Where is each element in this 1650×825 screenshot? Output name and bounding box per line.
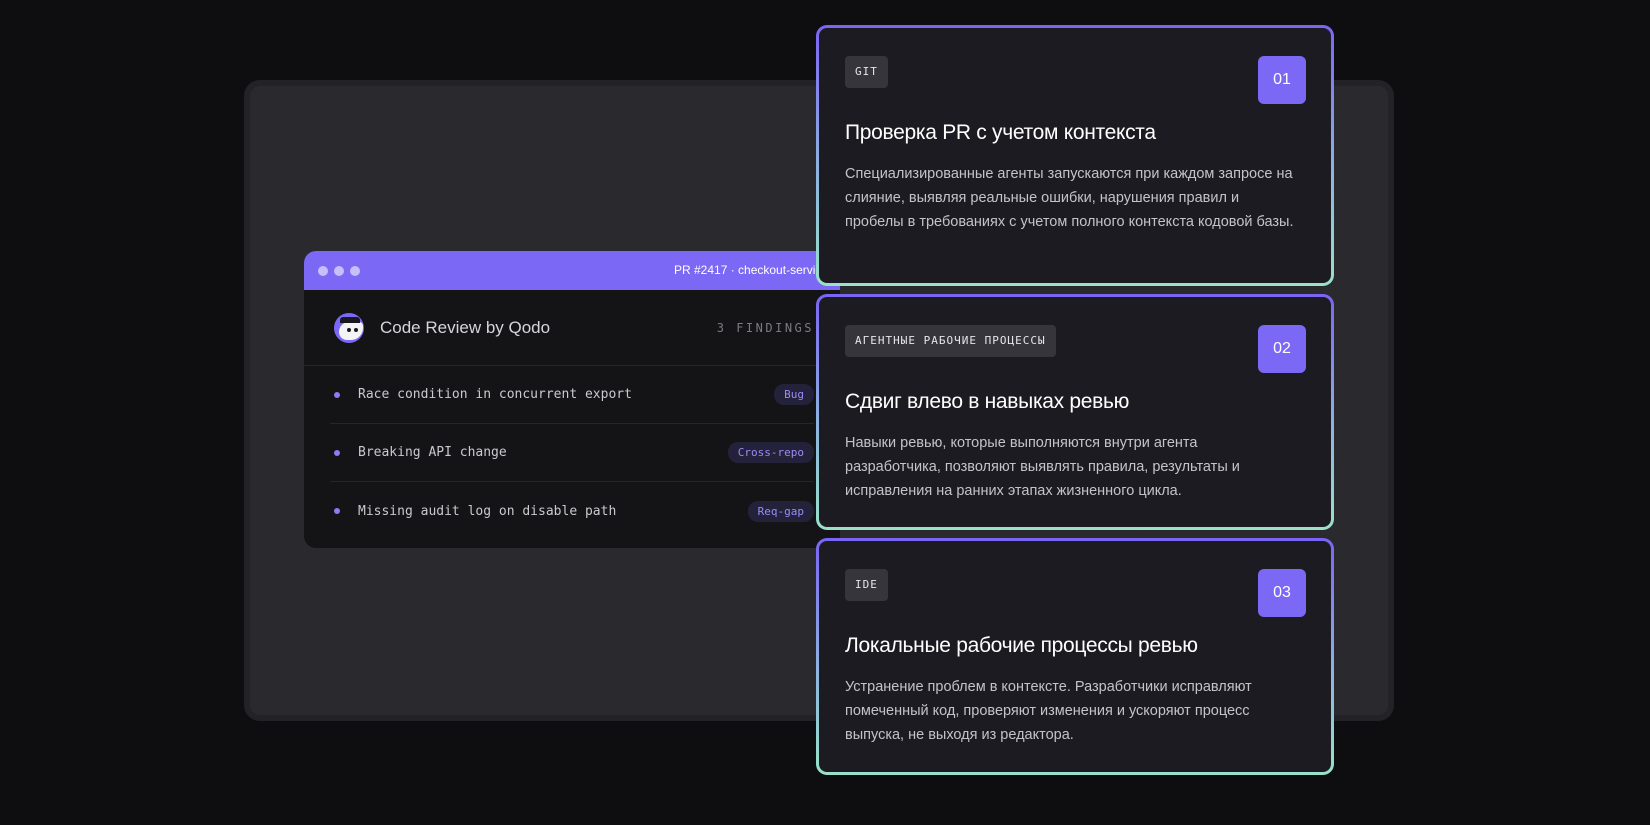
feature-card-git: GIT 01 Проверка PR с учетом контекста Сп… — [816, 25, 1334, 286]
feature-section: PR #2417 · checkout-servic Code Review b… — [0, 0, 1650, 825]
card-description: Устранение проблем в контексте. Разработ… — [845, 679, 1252, 743]
review-header: Code Review by Qodo 3 FINDINGS — [304, 290, 840, 366]
finding-text: Race condition in concurrent export — [358, 387, 632, 402]
bullet-icon — [334, 449, 340, 456]
card-label: GIT — [845, 56, 888, 88]
window-dot-icon — [318, 265, 328, 276]
finding-tag: Cross-repo — [727, 442, 814, 463]
finding-row[interactable]: Race condition in concurrent export Bug — [330, 366, 814, 424]
card-title: Локальные рабочие процессы ревью — [845, 634, 1198, 657]
finding-row[interactable]: Breaking API change Cross-repo — [330, 424, 814, 482]
feature-card-ide: IDE 03 Локальные рабочие процессы ревью … — [816, 538, 1334, 775]
feature-card-agentic: АГЕНТНЫЕ РАБОЧИЕ ПРОЦЕССЫ 02 Сдвиг влево… — [816, 294, 1334, 530]
card-label: АГЕНТНЫЕ РАБОЧИЕ ПРОЦЕССЫ — [845, 325, 1056, 357]
finding-row[interactable]: Missing audit log on disable path Req-ga… — [330, 482, 814, 540]
card-number-badge: 02 — [1258, 325, 1306, 373]
card-description: Специализированные агенты запускаются пр… — [845, 166, 1294, 230]
bullet-icon — [334, 391, 340, 398]
bullet-icon — [334, 508, 340, 514]
card-title: Сдвиг влево в навыках ревью — [845, 390, 1130, 413]
window-dot-icon — [350, 265, 360, 276]
reviewer-name: Code Review by Qodo — [380, 317, 551, 337]
card-label: IDE — [845, 569, 888, 601]
card-number-badge: 01 — [1258, 56, 1306, 104]
finding-tag: Req-gap — [747, 500, 814, 522]
finding-text: Missing audit log on disable path — [358, 503, 617, 519]
pr-review-window: PR #2417 · checkout-servic Code Review b… — [304, 251, 840, 548]
finding-tag: Bug — [774, 384, 814, 405]
card-title: Проверка PR с учетом контекста — [845, 121, 1156, 144]
qodo-logo-icon — [334, 312, 364, 343]
findings-count: 3 FINDINGS — [716, 320, 814, 335]
finding-text: Breaking API change — [358, 445, 507, 460]
card-number-badge: 03 — [1258, 569, 1306, 617]
window-titlebar: PR #2417 · checkout-servic — [304, 251, 840, 290]
window-dot-icon — [334, 265, 344, 276]
card-description: Навыки ревью, которые выполняются внутри… — [845, 435, 1240, 499]
pr-title: PR #2417 · checkout-servic — [674, 263, 822, 277]
